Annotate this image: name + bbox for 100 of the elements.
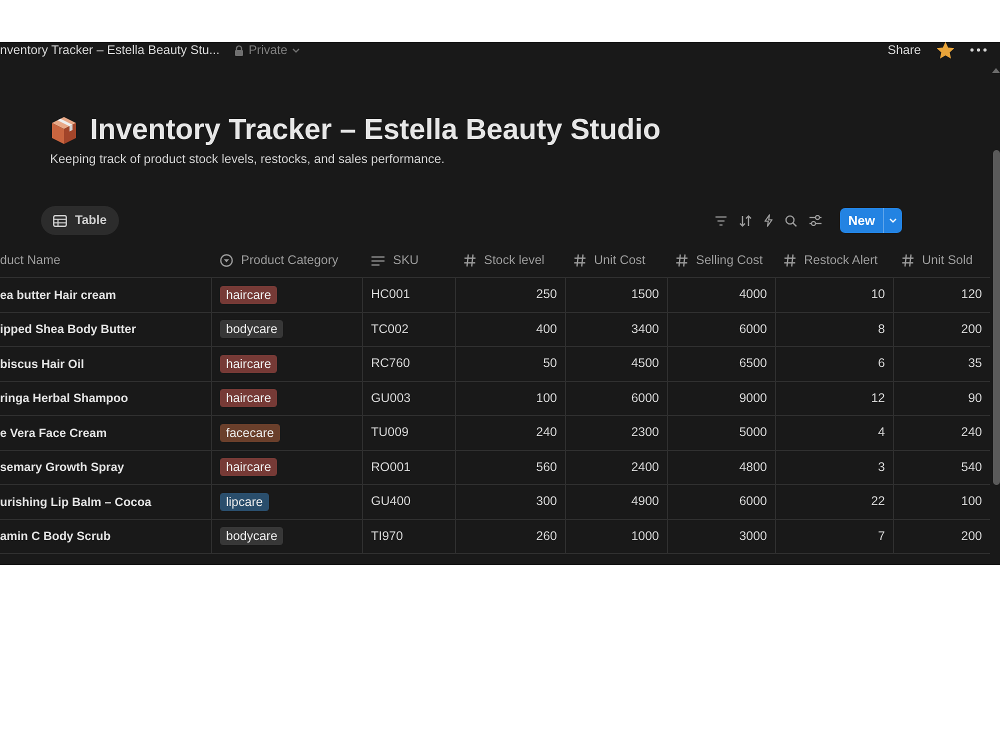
number-cell: 1500	[565, 278, 667, 312]
privacy-button[interactable]: Private	[234, 42, 300, 58]
table-icon	[53, 214, 67, 226]
number-cell: 3000	[667, 520, 775, 553]
sort-icon[interactable]	[739, 214, 752, 226]
product-name-cell-text: urishing Lip Balm – Cocoa	[0, 494, 152, 511]
number-cell: 6000	[667, 485, 775, 518]
number-cell: 50	[455, 347, 565, 380]
scroll-up-arrow-icon[interactable]	[992, 68, 1000, 73]
sku-cell: HC001	[362, 278, 455, 312]
category-tag: lipcare	[220, 492, 269, 511]
text-property-icon	[371, 256, 385, 266]
hash-icon	[784, 254, 796, 267]
number-cell: 4000	[667, 278, 775, 312]
number-cell: 250	[455, 278, 565, 312]
number-cell: 6	[775, 347, 893, 380]
category-tag: bodycare	[220, 527, 284, 546]
number-cell: 120	[893, 278, 990, 312]
number-cell: 22	[775, 485, 893, 518]
number-cell: 90	[893, 382, 990, 415]
lock-icon	[234, 44, 244, 56]
number-cell: 2300	[565, 416, 667, 450]
chevron-down-icon	[292, 48, 300, 52]
number-cell: 4800	[667, 450, 775, 484]
number-cell: 10	[775, 278, 893, 312]
number-cell: 200	[893, 312, 990, 346]
number-cell: 2400	[565, 450, 667, 484]
number-cell: 4500	[565, 347, 667, 380]
product-name-cell-text: ringa Herbal Shampoo	[0, 390, 130, 408]
filter-icon[interactable]	[715, 216, 728, 226]
scrollbar-thumb[interactable]	[992, 150, 1000, 485]
sku-cell: GU003	[362, 382, 455, 415]
column-header[interactable]: Unit Cost	[565, 244, 667, 277]
number-cell: 540	[893, 450, 990, 484]
column-header[interactable]: Product Category	[211, 244, 362, 277]
number-cell: 240	[455, 416, 565, 450]
number-cell: 8	[775, 312, 893, 346]
sku-cell: GU400	[362, 485, 455, 518]
sliders-icon[interactable]	[809, 215, 822, 226]
number-cell: 240	[893, 416, 990, 450]
new-dropdown-button[interactable]	[883, 208, 902, 233]
product-name-cell-text: ipped Shea Body Butter	[0, 321, 138, 338]
number-cell: 35	[893, 347, 990, 380]
number-cell: 5000	[667, 416, 775, 450]
product-name-cell-text: biscus Hair Oil	[0, 356, 86, 373]
page-title: Inventory Tracker – Estella Beauty Studio	[90, 113, 661, 148]
category-tag: haircare	[220, 354, 278, 373]
number-cell: 300	[455, 485, 565, 518]
category-tag: bodycare	[220, 320, 284, 338]
box-icon	[50, 115, 78, 146]
product-name-cell-text: e Vera Face Cream	[0, 424, 108, 442]
number-cell: 6500	[667, 347, 775, 380]
number-cell: 100	[455, 382, 565, 415]
number-cell: 4900	[565, 485, 667, 518]
number-cell: 6000	[667, 312, 775, 346]
sku-cell: TU009	[362, 416, 455, 450]
category-tag: haircare	[220, 286, 278, 304]
page-breadcrumb[interactable]: nventory Tracker – Estella Beauty Stu...	[0, 42, 220, 58]
number-cell: 3	[775, 450, 893, 484]
column-header[interactable]: SKU	[362, 244, 455, 277]
lightning-icon[interactable]	[764, 214, 774, 227]
hash-icon	[464, 254, 476, 267]
number-cell: 6000	[565, 382, 667, 415]
number-cell: 1000	[565, 520, 667, 553]
category-tag: facecare	[220, 424, 280, 442]
sku-cell: RO001	[362, 450, 455, 484]
page-description: Keeping track of product stock levels, restocks, and sales performance.	[50, 152, 446, 167]
number-cell: 4	[775, 416, 893, 450]
product-name-cell-text: ea butter Hair cream	[0, 286, 118, 304]
number-cell: 260	[455, 520, 565, 553]
number-cell: 560	[455, 450, 565, 484]
number-cell: 12	[775, 382, 893, 415]
select-property-icon	[220, 254, 233, 267]
sku-cell: TC002	[362, 312, 455, 346]
view-tab[interactable]: Table	[41, 206, 119, 235]
favorite-star-icon[interactable]	[937, 42, 954, 58]
number-cell: 400	[455, 312, 565, 346]
sku-cell: RC760	[362, 347, 455, 380]
hash-icon	[902, 254, 914, 267]
column-header[interactable]: duct Name	[0, 244, 211, 277]
column-header[interactable]: Selling Cost	[667, 244, 775, 277]
column-header[interactable]: Stock level	[455, 244, 565, 277]
column-header[interactable]: Restock Alert	[775, 244, 893, 277]
chevron-down-icon	[889, 218, 897, 223]
sku-cell: TI970	[362, 520, 455, 553]
search-icon[interactable]	[785, 214, 798, 226]
hash-icon	[676, 254, 688, 267]
category-tag: haircare	[220, 458, 278, 476]
number-cell: 3400	[565, 312, 667, 346]
category-tag: haircare	[220, 389, 278, 408]
product-name-cell-text: amin C Body Scrub	[0, 528, 112, 546]
product-name-cell-text: semary Growth Spray	[0, 459, 126, 476]
number-cell: 9000	[667, 382, 775, 415]
more-options-icon[interactable]	[970, 48, 987, 52]
number-cell: 7	[775, 520, 893, 553]
share-link[interactable]: Share	[888, 42, 921, 58]
new-button[interactable]: New	[840, 208, 883, 233]
hash-icon	[574, 254, 586, 267]
column-header[interactable]: Unit Sold	[893, 244, 990, 277]
number-cell: 100	[893, 485, 990, 518]
